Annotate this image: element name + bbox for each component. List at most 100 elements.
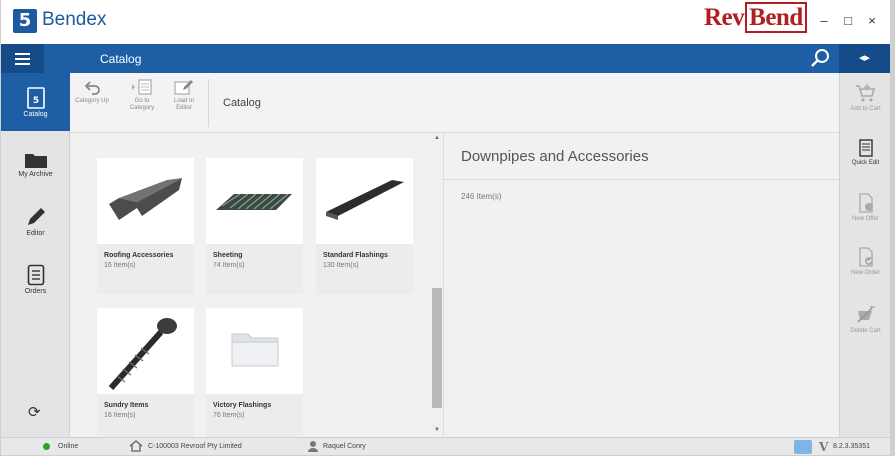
catalog-card[interactable]: Sundry Items 16 Item(s) bbox=[97, 308, 194, 437]
hamburger-line bbox=[15, 53, 30, 55]
screw-image bbox=[108, 318, 177, 390]
scroll-up-arrow[interactable]: ▲ bbox=[431, 135, 443, 141]
action-label: New Order bbox=[850, 270, 880, 276]
load-in-editor-button[interactable]: Load In Editor bbox=[167, 79, 201, 112]
go-to-category-button[interactable]: Go to Category bbox=[125, 79, 159, 112]
card-info: Roofing Accessories 16 Item(s) bbox=[97, 244, 194, 294]
new-order-button[interactable]: New Order bbox=[840, 247, 891, 276]
quick-edit-button[interactable]: Quick Edit bbox=[840, 139, 891, 166]
sidebar-item-label: Orders bbox=[24, 288, 47, 295]
sidebar-item-editor[interactable]: Editor bbox=[1, 206, 70, 237]
title-bar: 5 Bendex Rev Bend – □ × bbox=[1, 0, 890, 44]
cart-icon bbox=[855, 84, 875, 102]
brand-bend: Bend bbox=[745, 2, 807, 33]
catalog-book-icon: 5 bbox=[26, 87, 45, 109]
action-bar: Add to Cart Quick Edit New Offer New Ord… bbox=[839, 73, 890, 437]
catalog-card[interactable]: Standard Flashings 130 Item(s) bbox=[316, 158, 413, 294]
detail-item-count: 246 Item(s) bbox=[461, 192, 502, 201]
orders-list-icon bbox=[27, 264, 44, 286]
card-count: 74 Item(s) bbox=[213, 262, 245, 269]
card-name: Victory Flashings bbox=[213, 402, 272, 409]
maximize-button[interactable]: □ bbox=[837, 10, 859, 32]
catalog-scrollbar[interactable]: ▲ ▼ bbox=[431, 133, 443, 437]
customer-name[interactable]: C-100003 Revroof Pty Limited bbox=[148, 443, 242, 450]
pencil-icon bbox=[27, 208, 45, 225]
sidebar-item-label: My Archive bbox=[18, 171, 53, 178]
app-version: 8.2.3.35351 bbox=[833, 443, 870, 450]
tool-label: Category Up bbox=[75, 98, 109, 104]
action-label: Add to Cart bbox=[850, 106, 881, 112]
search-icon[interactable] bbox=[809, 47, 831, 69]
nav-title: Catalog bbox=[100, 52, 142, 66]
card-info: Standard Flashings 130 Item(s) bbox=[316, 244, 413, 294]
back-arrow-icon bbox=[84, 81, 100, 95]
app-name: Bendex bbox=[42, 9, 107, 30]
card-name: Sheeting bbox=[213, 252, 243, 259]
tool-label: Load In Editor bbox=[173, 98, 195, 111]
catalog-card[interactable]: Sheeting 74 Item(s) bbox=[206, 158, 303, 294]
scroll-thumb[interactable] bbox=[432, 288, 442, 408]
card-name: Standard Flashings bbox=[323, 252, 388, 259]
delete-cart-button[interactable]: Delete Cart bbox=[840, 305, 891, 334]
hamburger-line bbox=[15, 63, 30, 65]
menu-button[interactable] bbox=[1, 44, 44, 73]
card-thumbnail bbox=[97, 308, 194, 394]
new-offer-button[interactable]: New Offer bbox=[840, 193, 891, 222]
tool-label: Go to Category bbox=[129, 98, 155, 111]
card-thumbnail bbox=[97, 158, 194, 244]
roofing-accessory-image bbox=[109, 178, 182, 220]
connection-status: Online bbox=[58, 443, 79, 450]
new-order-icon bbox=[858, 247, 873, 267]
quick-edit-icon bbox=[858, 139, 873, 157]
category-up-button[interactable]: Category Up bbox=[75, 79, 109, 105]
card-info: Sundry Items 16 Item(s) bbox=[97, 394, 194, 437]
nav-bar: Catalog ◂▸ bbox=[1, 44, 890, 73]
folder-icon bbox=[24, 154, 47, 168]
card-thumbnail bbox=[206, 158, 303, 244]
home-icon bbox=[129, 440, 143, 452]
toolbar: Category Up Go to Category Load In Edito… bbox=[70, 73, 839, 133]
brand-rev: Rev bbox=[704, 4, 745, 31]
online-status-icon bbox=[43, 443, 50, 450]
toolbar-divider bbox=[208, 79, 209, 127]
standard-flashing-image bbox=[326, 180, 404, 220]
add-to-cart-button[interactable]: Add to Cart bbox=[840, 83, 891, 112]
close-button[interactable]: × bbox=[861, 10, 883, 32]
load-editor-icon bbox=[174, 80, 193, 95]
sheeting-image bbox=[216, 193, 292, 210]
app-window: 5 Bendex Rev Bend – □ × Catalog ◂▸ 5 Cata… bbox=[0, 0, 895, 456]
minimize-button[interactable]: – bbox=[813, 10, 835, 32]
go-to-category-icon bbox=[132, 79, 152, 95]
card-count: 76 Item(s) bbox=[213, 412, 245, 419]
user-name: Raquel Conry bbox=[323, 443, 366, 450]
panel-toggle-button[interactable]: ◂▸ bbox=[839, 44, 890, 73]
action-label: Quick Edit bbox=[851, 160, 880, 166]
revbend-logo: Rev Bend bbox=[704, 2, 807, 33]
catalog-card[interactable]: Roofing Accessories 16 Item(s) bbox=[97, 158, 194, 294]
card-name: Sundry Items bbox=[104, 402, 149, 409]
detail-panel: Downpipes and Accessories 246 Item(s) bbox=[443, 133, 840, 437]
folder-placeholder-icon bbox=[231, 333, 279, 367]
sidebar-item-label: Editor bbox=[26, 230, 45, 237]
action-label: Delete Cart bbox=[850, 328, 881, 334]
card-count: 130 Item(s) bbox=[323, 262, 359, 269]
scroll-down-arrow[interactable]: ▼ bbox=[431, 427, 443, 433]
card-info: Sheeting 74 Item(s) bbox=[206, 244, 303, 294]
chat-icon[interactable] bbox=[794, 440, 812, 454]
version-logo: V bbox=[819, 440, 829, 454]
refresh-icon[interactable]: ⟳ bbox=[28, 403, 41, 421]
status-bar: Online C-100003 Revroof Pty Limited Raqu… bbox=[1, 437, 890, 455]
sidebar-item-my-archive[interactable]: My Archive bbox=[1, 151, 70, 178]
catalog-grid: Roofing Accessories 16 Item(s) Sheeting … bbox=[70, 133, 431, 437]
sidebar: 5 Catalog My Archive Editor Orders ⟳ bbox=[1, 73, 70, 437]
sidebar-item-catalog[interactable]: 5 Catalog bbox=[1, 73, 70, 131]
sidebar-item-orders[interactable]: Orders bbox=[1, 264, 70, 295]
new-offer-icon bbox=[858, 193, 873, 213]
card-info: Victory Flashings 76 Item(s) bbox=[206, 394, 303, 437]
card-count: 16 Item(s) bbox=[104, 412, 136, 419]
card-thumbnail bbox=[316, 158, 413, 244]
catalog-card[interactable]: Victory Flashings 76 Item(s) bbox=[206, 308, 303, 437]
user-icon bbox=[308, 441, 318, 452]
bendex-logo-icon: 5 bbox=[13, 9, 37, 33]
detail-header: Downpipes and Accessories bbox=[444, 133, 840, 180]
